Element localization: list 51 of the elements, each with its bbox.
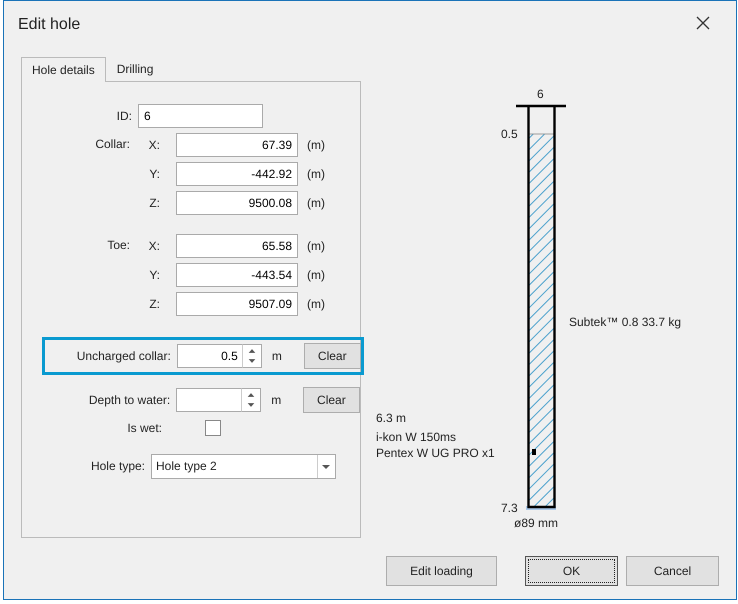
axis-label: Y: [148, 267, 160, 284]
axis-label: Z: [148, 296, 160, 313]
clear-button[interactable]: Clear [302, 387, 360, 413]
checkbox[interactable] [205, 420, 221, 436]
axis-label: Z: [148, 195, 160, 212]
hole-collar-line [516, 104, 566, 108]
axis-label: X: [148, 137, 160, 154]
coordinate-field[interactable]: 9507.09 [176, 292, 298, 316]
primer-label: 6.3 m [376, 411, 406, 425]
axis-label: Y: [148, 166, 160, 183]
field-label: Collar: [94, 136, 130, 153]
coordinate-field[interactable]: 65.58 [176, 234, 298, 258]
unit-label: (m) [307, 137, 325, 154]
ok-button[interactable]: OK [525, 556, 618, 586]
tab[interactable]: Hole details [21, 57, 106, 82]
window-title: Edit hole [18, 15, 80, 35]
hole-bottom-mark [526, 506, 556, 510]
spin-field[interactable] [176, 388, 242, 412]
field-label: Depth to water: [88, 392, 170, 409]
tab[interactable]: Drilling [106, 56, 164, 81]
field-label: Toe: [106, 237, 130, 254]
field-label: Is wet: [126, 420, 162, 437]
hole-type-dropdown[interactable]: Hole type 2 [151, 454, 336, 478]
coordinate-field[interactable]: 67.39 [176, 133, 298, 157]
unit-label: m [271, 392, 282, 409]
field-label: ID: [116, 108, 132, 125]
id-field[interactable]: 6 [138, 104, 263, 128]
unit-label: (m) [307, 296, 325, 313]
depth-label: 0.5 [501, 127, 518, 141]
unit-label: (m) [307, 195, 325, 212]
unit-label: (m) [307, 238, 325, 255]
unit-label: (m) [307, 267, 325, 284]
diameter-label: ø89 mm [514, 516, 558, 530]
field-label: Hole type: [90, 458, 145, 475]
coordinate-field[interactable]: 9500.08 [176, 191, 298, 215]
coordinate-field[interactable]: -442.92 [176, 162, 298, 186]
coordinate-field[interactable]: -443.54 [176, 263, 298, 287]
unit-label: (m) [307, 166, 325, 183]
primer-label: Pentex W UG PRO x1 [376, 446, 495, 460]
field-label: Uncharged collar: [76, 348, 171, 365]
dialog-button[interactable]: Cancel [626, 556, 719, 586]
spin-field[interactable]: 0.5 [176, 344, 242, 368]
dialog-button[interactable]: Edit loading [386, 556, 497, 586]
unit-label: m [272, 348, 283, 365]
depth-label: 7.3 [501, 501, 518, 515]
clear-button[interactable]: Clear [304, 343, 361, 369]
primer-label: i-kon W 150ms [376, 430, 456, 444]
primer-marker [532, 449, 536, 455]
charge-label: Subtek™ 0.8 33.7 kg [569, 315, 682, 329]
hole-id-label: 6 [537, 87, 544, 101]
axis-label: X: [148, 238, 160, 255]
